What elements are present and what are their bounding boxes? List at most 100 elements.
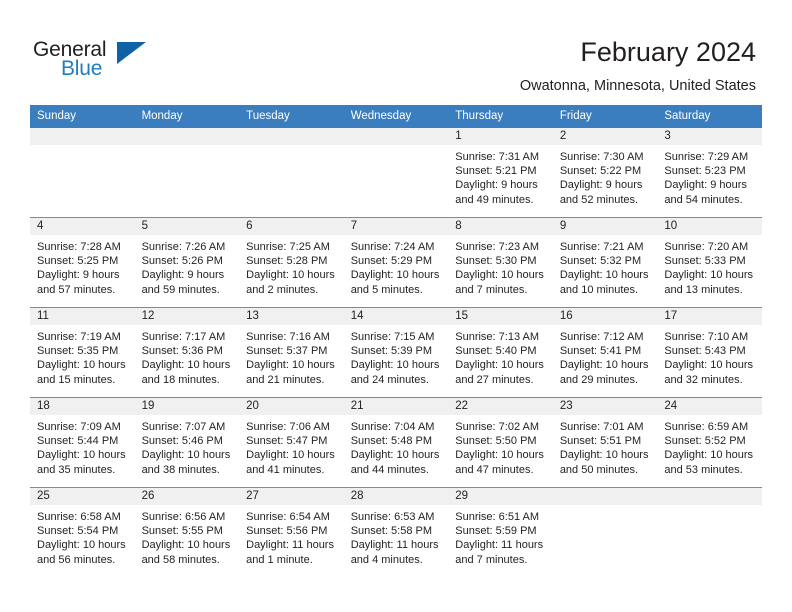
day-number: 15 (448, 308, 553, 325)
sunrise-text: Sunrise: 6:53 AM (350, 511, 435, 523)
daylight-text: Daylight: 10 hours (246, 359, 335, 372)
daylight-text: Daylight: 10 hours (664, 449, 754, 462)
daylight-text-cont: and 15 minutes. (37, 373, 116, 386)
day-details: Sunrise: 6:53 AM Sunset: 5:58 PM Daylight:… (344, 505, 449, 567)
day-details: Sunrise: 7:04 AM Sunset: 5:48 PM Daylight:… (344, 415, 449, 477)
day-number: 23 (552, 398, 658, 415)
sunrise-text: Sunrise: 7:28 AM (37, 241, 121, 253)
calendar-day-cell[interactable]: 19 Sunrise: 7:07 AM Sunset: 5:46 PM Dayligh… (134, 397, 240, 488)
calendar-day-cell[interactable]: 26 Sunrise: 6:56 AM Sunset: 5:55 PM Dayligh… (134, 487, 240, 577)
day-number: 16 (552, 308, 658, 325)
daylight-text-cont: and 7 minutes. (455, 283, 528, 296)
sunrise-text: Sunrise: 6:56 AM (141, 511, 226, 523)
calendar-day-cell[interactable]: 3 Sunrise: 7:29 AM Sunset: 5:23 PM Daylight… (657, 128, 762, 218)
sunrise-text: Sunrise: 7:15 AM (350, 331, 435, 343)
calendar-day-cell[interactable]: 18 Sunrise: 7:09 AM Sunset: 5:44 PM Dayligh… (30, 397, 135, 488)
calendar-day-cell[interactable]: 21 Sunrise: 7:04 AM Sunset: 5:48 PM Dayligh… (343, 397, 449, 488)
daylight-text-cont: and 58 minutes. (141, 553, 220, 566)
sunset-text: Sunset: 5:55 PM (141, 525, 223, 538)
day-details: Sunrise: 7:15 AM Sunset: 5:39 PM Daylight:… (344, 325, 449, 387)
general-blue-logo[interactable]: General Blue (33, 38, 213, 86)
calendar-day-cell[interactable]: 9 Sunrise: 7:21 AM Sunset: 5:32 PM Daylight… (552, 217, 658, 308)
calendar-day-cell[interactable]: 8 Sunrise: 7:23 AM Sunset: 5:30 PM Daylight… (448, 217, 553, 308)
calendar-day-cell[interactable]: 15 Sunrise: 7:13 AM Sunset: 5:40 PM Dayligh… (448, 307, 553, 398)
calendar-week-row: 25 Sunrise: 6:58 AM Sunset: 5:54 PM Dayligh… (30, 487, 762, 577)
sunset-text: Sunset: 5:59 PM (455, 525, 537, 538)
day-number: 20 (239, 398, 344, 415)
daylight-text: Daylight: 10 hours (37, 359, 126, 372)
daylight-text-cont: and 2 minutes. (246, 283, 319, 296)
calendar-day-cell[interactable]: 27 Sunrise: 6:54 AM Sunset: 5:56 PM Dayligh… (239, 487, 344, 577)
day-number: 18 (30, 398, 135, 415)
day-number: 12 (134, 308, 240, 325)
daylight-text-cont: and 7 minutes. (455, 553, 528, 566)
calendar-day-cell[interactable]: 20 Sunrise: 7:06 AM Sunset: 5:47 PM Dayligh… (239, 397, 344, 488)
sunset-text: Sunset: 5:46 PM (141, 435, 223, 448)
daylight-text: Daylight: 10 hours (350, 269, 440, 282)
daylight-text: Daylight: 9 hours (664, 179, 747, 192)
sunrise-text: Sunrise: 7:09 AM (37, 421, 121, 433)
calendar-week-row: 1 Sunrise: 7:31 AM Sunset: 5:21 PM Daylight… (30, 128, 762, 218)
calendar-day-cell[interactable]: 5 Sunrise: 7:26 AM Sunset: 5:26 PM Daylight… (134, 217, 240, 308)
day-number: 7 (343, 218, 449, 235)
daylight-text: Daylight: 10 hours (350, 359, 440, 372)
calendar-day-cell[interactable]: 25 Sunrise: 6:58 AM Sunset: 5:54 PM Dayligh… (30, 487, 135, 577)
day-number: 26 (134, 488, 240, 505)
sunset-text: Sunset: 5:35 PM (37, 345, 119, 358)
day-details: Sunrise: 7:25 AM Sunset: 5:28 PM Daylight:… (239, 235, 344, 297)
day-number: 13 (239, 308, 344, 325)
page-header: General Blue February 2024 Owatonna, Min… (0, 0, 792, 100)
daylight-text-cont: and 13 minutes. (664, 283, 743, 296)
sunset-text: Sunset: 5:54 PM (37, 525, 119, 538)
calendar-day-cell[interactable]: 16 Sunrise: 7:12 AM Sunset: 5:41 PM Dayligh… (552, 307, 658, 398)
calendar-day-cell[interactable]: 2 Sunrise: 7:30 AM Sunset: 5:22 PM Daylight… (552, 128, 658, 218)
day-number: 9 (552, 218, 658, 235)
calendar-day-cell[interactable]: 11 Sunrise: 7:19 AM Sunset: 5:35 PM Dayligh… (30, 307, 135, 398)
day-details: Sunrise: 7:02 AM Sunset: 5:50 PM Daylight:… (448, 415, 553, 477)
calendar-day-cell[interactable]: 12 Sunrise: 7:17 AM Sunset: 5:36 PM Dayligh… (134, 307, 240, 398)
sunrise-text: Sunrise: 7:20 AM (664, 241, 749, 253)
sunset-text: Sunset: 5:26 PM (141, 255, 223, 268)
calendar-day-cell[interactable]: 17 Sunrise: 7:10 AM Sunset: 5:43 PM Dayligh… (657, 307, 762, 398)
calendar-day-cell[interactable]: 28 Sunrise: 6:53 AM Sunset: 5:58 PM Dayligh… (343, 487, 449, 577)
day-details: Sunrise: 7:24 AM Sunset: 5:29 PM Daylight:… (344, 235, 449, 297)
sunset-text: Sunset: 5:41 PM (559, 345, 642, 358)
sunrise-text: Sunrise: 7:04 AM (350, 421, 435, 433)
calendar-week-row: 18 Sunrise: 7:09 AM Sunset: 5:44 PM Dayligh… (30, 397, 762, 488)
calendar-day-cell[interactable]: 1 Sunrise: 7:31 AM Sunset: 5:21 PM Daylight… (448, 128, 553, 218)
calendar-week-row: 4 Sunrise: 7:28 AM Sunset: 5:25 PM Daylight… (30, 217, 762, 308)
daylight-text-cont: and 1 minute. (246, 553, 313, 566)
sunset-text: Sunset: 5:50 PM (455, 435, 537, 448)
day-number: 4 (30, 218, 135, 235)
day-details: Sunrise: 7:09 AM Sunset: 5:44 PM Daylight:… (30, 415, 135, 477)
weekday-header-row: Sunday Monday Tuesday Wednesday Thursday… (30, 105, 762, 128)
sunset-text: Sunset: 5:28 PM (246, 255, 328, 268)
calendar-cell-empty (552, 487, 658, 577)
weekday-header-friday: Friday (552, 105, 658, 128)
calendar-day-cell[interactable]: 4 Sunrise: 7:28 AM Sunset: 5:25 PM Daylight… (30, 217, 135, 308)
calendar-day-cell[interactable]: 7 Sunrise: 7:24 AM Sunset: 5:29 PM Daylight… (343, 217, 449, 308)
calendar-day-cell[interactable]: 6 Sunrise: 7:25 AM Sunset: 5:28 PM Daylight… (239, 217, 344, 308)
day-details: Sunrise: 7:16 AM Sunset: 5:37 PM Daylight:… (239, 325, 344, 387)
calendar-day-cell[interactable]: 14 Sunrise: 7:15 AM Sunset: 5:39 PM Dayligh… (343, 307, 449, 398)
daylight-text-cont: and 59 minutes. (141, 283, 220, 296)
day-number: 21 (343, 398, 449, 415)
daylight-text-cont: and 41 minutes. (246, 463, 325, 476)
day-details (657, 505, 762, 510)
day-number (30, 128, 135, 145)
day-details: Sunrise: 7:26 AM Sunset: 5:26 PM Daylight:… (135, 235, 240, 297)
calendar-day-cell[interactable]: 24 Sunrise: 6:59 AM Sunset: 5:52 PM Dayligh… (657, 397, 762, 488)
day-details: Sunrise: 7:31 AM Sunset: 5:21 PM Daylight:… (448, 145, 553, 207)
calendar-day-cell[interactable]: 10 Sunrise: 7:20 AM Sunset: 5:33 PM Dayligh… (657, 217, 762, 308)
day-number: 2 (552, 128, 658, 145)
calendar-day-cell[interactable]: 22 Sunrise: 7:02 AM Sunset: 5:50 PM Dayligh… (448, 397, 553, 488)
calendar-day-cell[interactable]: 13 Sunrise: 7:16 AM Sunset: 5:37 PM Dayligh… (239, 307, 344, 398)
daylight-text: Daylight: 10 hours (455, 359, 544, 372)
day-number: 10 (657, 218, 762, 235)
sunrise-text: Sunrise: 7:29 AM (664, 151, 749, 163)
calendar-day-cell[interactable]: 29 Sunrise: 6:51 AM Sunset: 5:59 PM Dayligh… (448, 487, 553, 577)
calendar-day-cell[interactable]: 23 Sunrise: 7:01 AM Sunset: 5:51 PM Dayligh… (552, 397, 658, 488)
day-number (239, 128, 344, 145)
sunrise-text: Sunrise: 7:26 AM (141, 241, 226, 253)
sunrise-text: Sunrise: 7:06 AM (246, 421, 330, 433)
